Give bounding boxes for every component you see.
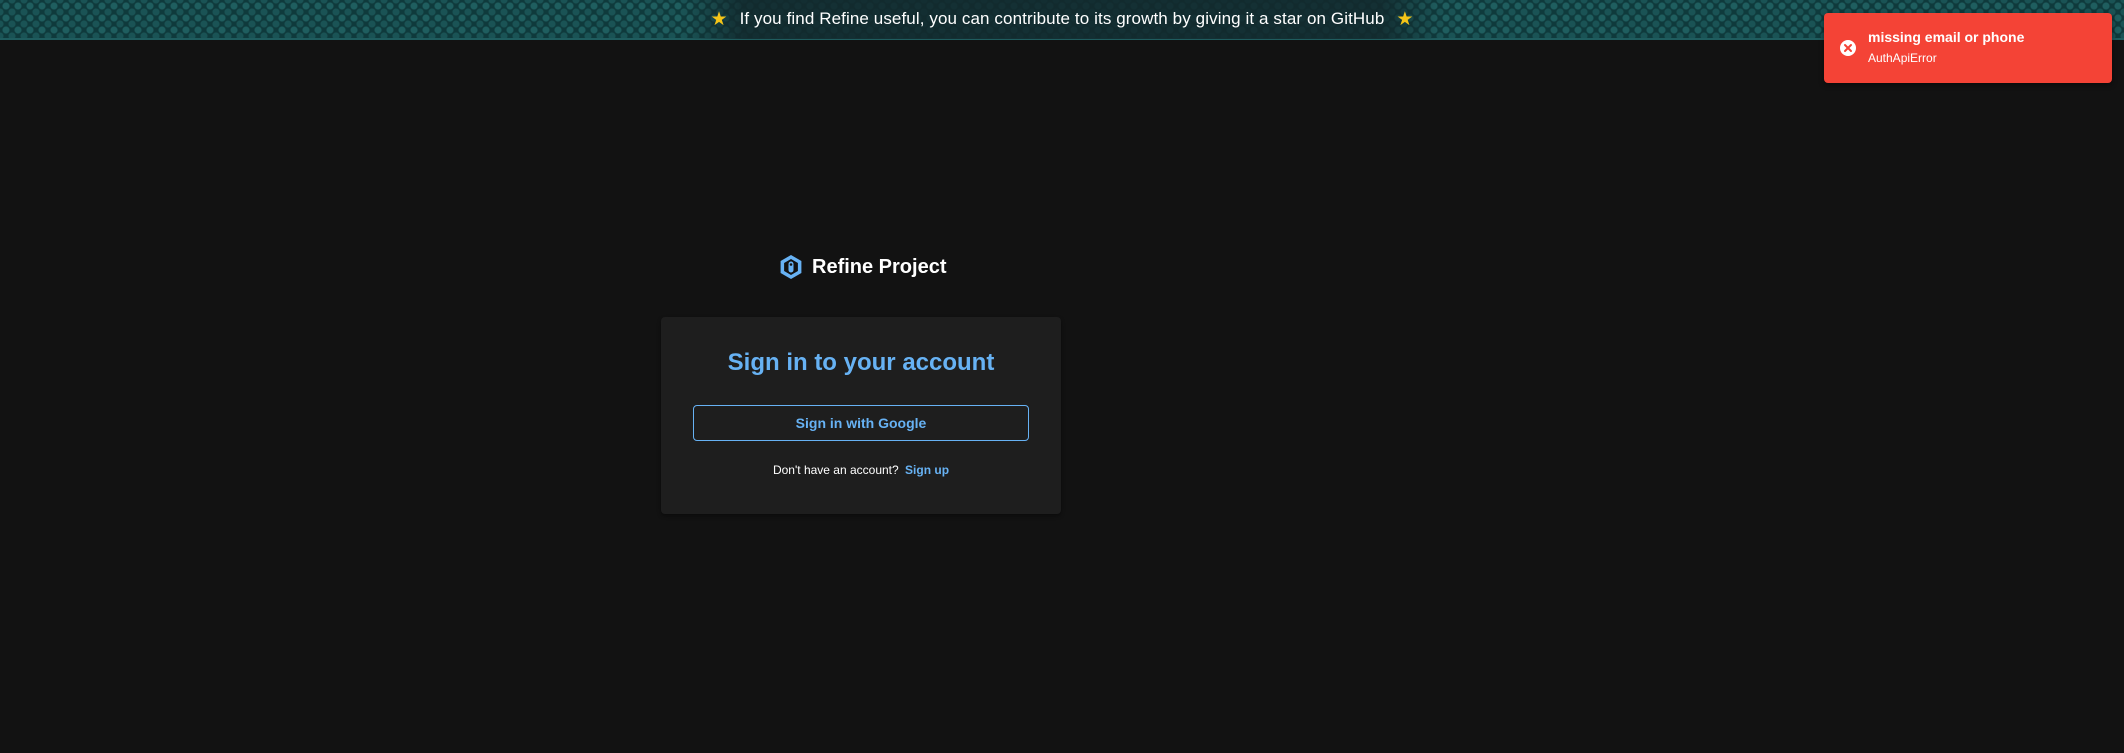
star-icon: ★ [1396,8,1414,30]
star-icon: ★ [710,8,728,30]
brand-header: Refine Project [778,254,946,280]
refine-logo-icon [780,255,802,279]
toast-title: missing email or phone [1868,29,2025,45]
github-star-banner[interactable]: ★ If you find Refine useful, you can con… [0,0,2124,40]
no-account-text: Don't have an account? [772,463,899,477]
error-circle-icon [1840,40,1856,56]
sign-in-with-google-button[interactable]: Sign in with Google [693,405,1029,441]
login-title: Sign in to your account [727,349,995,376]
signup-prompt: Don't have an account? Sign up [661,463,1061,477]
sign-up-link[interactable]: Sign up [905,463,949,477]
banner-text: If you find Refine useful, you can contr… [739,9,1385,28]
login-card: Sign in to your account Sign in with Goo… [661,317,1061,514]
toast-description: AuthApiError [1868,51,1937,65]
banner-content: ★ If you find Refine useful, you can con… [682,0,1442,39]
brand-name: Refine Project [812,255,947,278]
toast-body: missing email or phone AuthApiError [1868,29,2024,65]
error-toast[interactable]: missing email or phone AuthApiError [1824,13,2112,83]
